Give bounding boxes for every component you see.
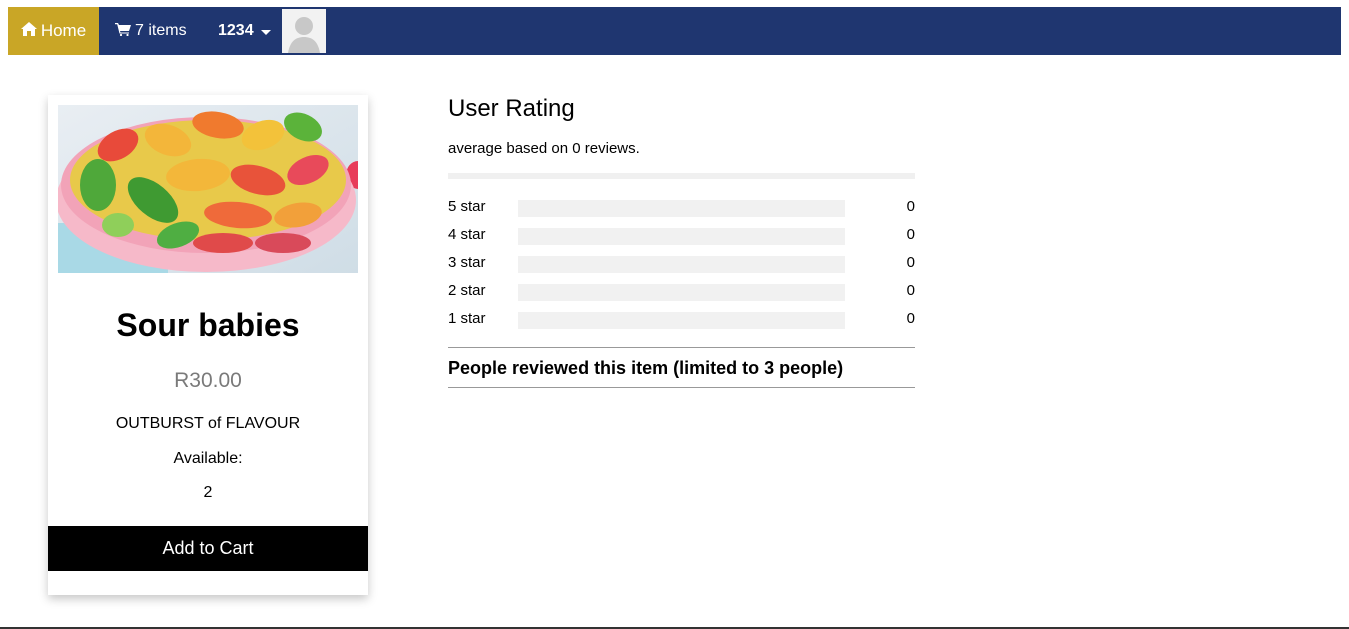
star-label: 1 star xyxy=(448,310,486,327)
cart-count-label: 7 items xyxy=(135,22,187,39)
user-label: 1234 xyxy=(218,22,254,39)
star-bar xyxy=(518,200,845,217)
user-dropdown[interactable]: 1234 xyxy=(200,7,282,55)
star-count: 0 xyxy=(906,198,915,215)
star-row-1: 1 star 0 xyxy=(448,310,915,329)
star-bar xyxy=(518,284,845,301)
star-row-3: 3 star 0 xyxy=(448,254,915,273)
top-navbar: Home 7 items 1234 xyxy=(8,7,1341,55)
star-count: 0 xyxy=(906,226,915,243)
star-row-5: 5 star 0 xyxy=(448,198,915,217)
chevron-down-icon xyxy=(260,29,271,35)
cart-link[interactable]: 7 items xyxy=(99,7,200,55)
product-description: OUTBURST of FLAVOUR xyxy=(115,415,301,432)
product-price: R30.00 xyxy=(174,369,242,392)
product-image xyxy=(58,105,358,273)
star-count: 0 xyxy=(906,310,915,327)
add-to-cart-button[interactable]: Add to Cart xyxy=(48,526,368,571)
star-count: 0 xyxy=(906,282,915,299)
star-bar xyxy=(518,312,845,329)
star-bar xyxy=(518,256,845,273)
star-row-2: 2 star 0 xyxy=(448,282,915,301)
home-link[interactable]: Home xyxy=(8,7,99,55)
reviewers-heading: People reviewed this item (limited to 3 … xyxy=(448,358,844,378)
star-row-4: 4 star 0 xyxy=(448,226,915,245)
star-count: 0 xyxy=(906,254,915,271)
star-label: 3 star xyxy=(448,254,486,271)
rating-summary: average based on 0 reviews. xyxy=(448,140,640,157)
star-label: 2 star xyxy=(448,282,486,299)
home-icon xyxy=(20,21,37,41)
rating-divider xyxy=(448,173,915,179)
avatar[interactable] xyxy=(282,9,326,53)
product-card: Sour babies R30.00 OUTBURST of FLAVOUR A… xyxy=(48,95,368,595)
available-label: Available: xyxy=(173,450,243,467)
rating-title: User Rating xyxy=(448,95,575,122)
available-quantity: 2 xyxy=(203,484,213,501)
shopping-cart-icon xyxy=(115,22,131,41)
home-label: Home xyxy=(40,21,87,40)
star-label: 4 star xyxy=(448,226,486,243)
star-bar xyxy=(518,228,845,245)
reviewers-section: People reviewed this item (limited to 3 … xyxy=(448,347,915,388)
product-name: Sour babies xyxy=(116,307,300,343)
star-label: 5 star xyxy=(448,198,486,215)
